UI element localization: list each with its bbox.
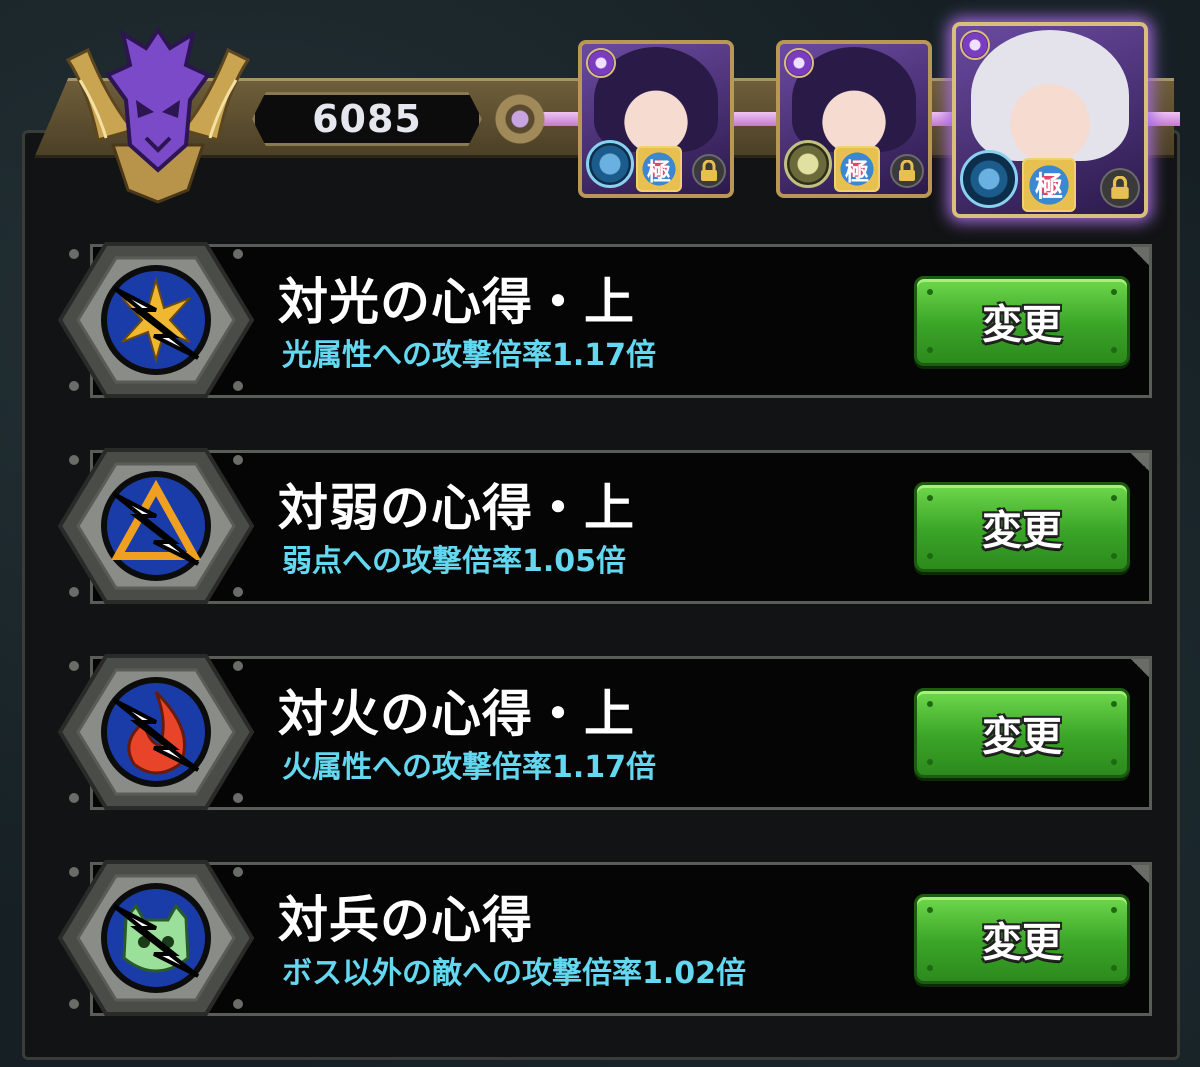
dark-element-icon <box>586 48 616 78</box>
anti-weak-icon <box>57 448 255 604</box>
dragon-rank-emblem-icon <box>65 26 251 204</box>
kiwami-badge: 極 <box>1022 158 1076 212</box>
skill-title: 対兵の心得 <box>278 891 533 949</box>
lock-icon <box>692 154 726 188</box>
skill-description: ボス以外の敵への攻撃倍率1.02倍 <box>282 956 747 991</box>
gauge-badge-icon <box>784 140 832 188</box>
anti-fire-icon <box>57 654 255 810</box>
rail-connector <box>490 92 550 146</box>
change-button-label: 変更 <box>982 713 1062 760</box>
kiwami-badge: 極 <box>636 146 682 192</box>
skill-title: 対弱の心得・上 <box>278 479 635 537</box>
skill-title: 対火の心得・上 <box>278 685 635 743</box>
party-portrait-3[interactable]: 極 <box>952 22 1148 218</box>
change-button[interactable]: 変更 <box>914 688 1130 778</box>
dark-element-icon <box>960 30 990 60</box>
anti-minion-icon <box>57 860 255 1016</box>
lock-icon <box>890 154 924 188</box>
score-value: 6085 <box>312 97 422 141</box>
anti-light-icon <box>57 242 255 398</box>
skill-title: 対光の心得・上 <box>278 273 635 331</box>
gauge-badge-icon <box>960 150 1018 208</box>
score-box: 6085 <box>252 92 482 146</box>
kiwami-badge: 極 <box>834 146 880 192</box>
change-button[interactable]: 変更 <box>914 482 1130 572</box>
change-button-label: 変更 <box>982 919 1062 966</box>
party-portrait-1[interactable]: 極 <box>578 40 734 198</box>
change-button-label: 変更 <box>982 507 1062 554</box>
skill-description: 弱点への攻撃倍率1.05倍 <box>282 544 627 579</box>
change-button-label: 変更 <box>982 301 1062 348</box>
lock-icon <box>1100 168 1140 208</box>
skill-description: 火属性への攻撃倍率1.17倍 <box>282 750 657 785</box>
change-button[interactable]: 変更 <box>914 276 1130 366</box>
party-portrait-2[interactable]: 極 <box>776 40 932 198</box>
skill-description: 光属性への攻撃倍率1.17倍 <box>282 338 657 373</box>
change-button[interactable]: 変更 <box>914 894 1130 984</box>
gauge-badge-icon <box>586 140 634 188</box>
dark-element-icon <box>784 48 814 78</box>
